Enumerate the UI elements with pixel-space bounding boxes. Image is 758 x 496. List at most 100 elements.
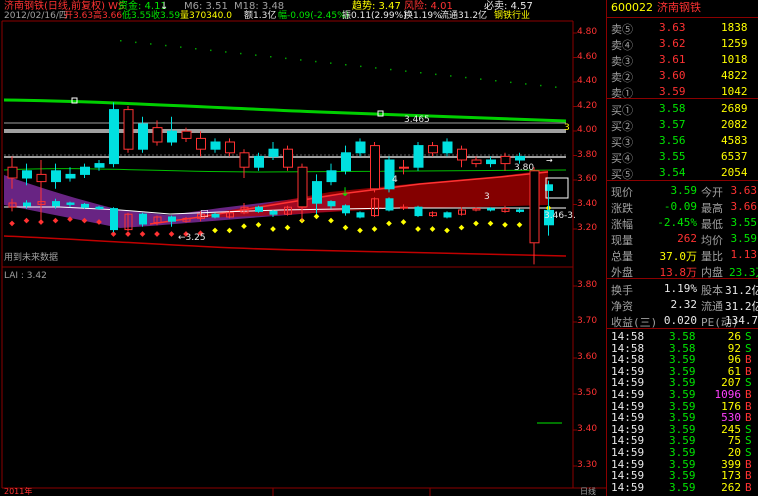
bid-row[interactable]: 买④ 3.55 6537 [607, 148, 758, 165]
fund-row: 收益(三) 0.020 PE(动) 134.7 [607, 312, 758, 329]
fund-value: 134.7 [725, 314, 758, 327]
ask-volume: 1259 [721, 37, 748, 50]
axis-tick-label: 3.60 [577, 174, 598, 184]
candle-body [283, 148, 293, 168]
candle-body [342, 205, 350, 214]
stat-value: 3.59 [670, 184, 698, 197]
annotation-3b: 3 [484, 192, 490, 202]
candle-body [327, 201, 336, 207]
ask-price: 3.61 [659, 53, 686, 66]
period-tab[interactable]: 日线 [580, 488, 596, 496]
info-volume: 量370340.0 [180, 11, 232, 21]
candle-body [341, 152, 351, 172]
resistance-dot [135, 41, 137, 44]
resistance-dot [375, 67, 377, 69]
info-change: 幅-0.09(-2.45%) [278, 11, 350, 21]
resistance-dot [120, 40, 122, 42]
candle-body [312, 181, 322, 204]
info-close: 收3.59 [151, 11, 181, 21]
ask-row[interactable]: 卖③ 3.61 1018 [607, 51, 758, 68]
bid-volume: 6537 [721, 150, 748, 163]
ask-row[interactable]: 卖① 3.59 1042 [607, 83, 758, 100]
annotation-4: 4 [392, 175, 398, 185]
resistance-dot [240, 52, 242, 55]
resistance-dot [360, 65, 362, 68]
resistance-dot [405, 70, 407, 72]
ask-price: 3.59 [659, 85, 686, 98]
tick-volume: 262 [721, 480, 741, 494]
candle-body [210, 141, 221, 150]
stat-value: -2.45% [657, 216, 697, 229]
candle-body [487, 208, 495, 211]
bid-row[interactable]: 买⑤ 3.54 2054 [607, 164, 758, 181]
candle-body [515, 155, 525, 161]
stat-value: 3.66 [730, 200, 758, 213]
candle-body [196, 137, 206, 150]
candle-body [529, 170, 540, 244]
tick-row: 14:59 3.59 207 S [607, 376, 758, 389]
candle-body [471, 159, 482, 165]
ask-row[interactable]: 卖⑤ 3.63 1838 [607, 19, 758, 36]
resistance-dot [555, 86, 557, 88]
kline-chart[interactable]: → ↓ □ [0, 0, 606, 496]
candle-body [385, 198, 394, 211]
fund-value: 1.19% [663, 282, 697, 295]
candle-body [66, 202, 75, 205]
candle-body [399, 166, 409, 169]
resistance-dot [195, 48, 197, 50]
candle-body [442, 141, 453, 154]
info-low: 低3.55 [122, 11, 152, 21]
bid-row[interactable]: 买② 3.57 2082 [607, 116, 758, 133]
axis-tick-label: 4.40 [577, 76, 598, 86]
candle-body [51, 170, 61, 183]
info-float: 流通31.2亿 [440, 11, 488, 21]
bid-price: 3.56 [659, 134, 686, 147]
resistance-dot [285, 57, 287, 60]
candle-body [211, 213, 220, 218]
resistance-dot [255, 54, 257, 56]
ask-volume: 1018 [721, 53, 748, 66]
annotation-346: 3.46-3. [544, 211, 576, 221]
candle-body [457, 148, 467, 161]
info-turnover: 换1.19% [404, 11, 442, 21]
bid-row[interactable]: 买① 3.58 2689 [607, 100, 758, 117]
stat-value: 262 [677, 232, 697, 245]
bid-volume: 2689 [721, 102, 748, 115]
ask-volume: 1838 [721, 21, 748, 34]
info-industry: 钢铁行业 [494, 11, 531, 21]
resistance-dot [435, 73, 437, 76]
candle-body [356, 212, 365, 218]
candle-body [109, 109, 119, 165]
axis-tick-label: 3.80 [577, 280, 598, 290]
candle-body [297, 166, 308, 208]
candle-body [545, 184, 553, 191]
fund-row: 换手 1.19% 股本 31.2亿 [607, 280, 758, 297]
ask-row[interactable]: 卖④ 3.62 1259 [607, 35, 758, 52]
tick-time: 14:59 [611, 480, 645, 494]
annotation-3465: 3.465 [404, 115, 430, 125]
candle-body [355, 141, 366, 154]
ask-volume: 1042 [721, 85, 748, 98]
info-date: 2012/02/16/四 [4, 11, 68, 21]
quote-header: 600022 济南钢铁 [607, 0, 758, 16]
info-amplitude: 振0.11(2.99%) [342, 11, 407, 21]
svg-text:↓: ↓ [340, 185, 350, 199]
resistance-dot [465, 76, 467, 79]
candle-body [326, 170, 337, 183]
tick-row: 14:59 3.59 176 B [607, 400, 758, 413]
tick-row: 14:59 3.59 61 B [607, 365, 758, 378]
tick-row: 14:58 3.59 96 B [607, 353, 758, 366]
tick-price: 3.59 [669, 480, 696, 494]
tick-row: 14:59 3.59 262 B [607, 480, 758, 494]
fund-value: 2.32 [670, 298, 698, 311]
tick-row: 14:59 3.59 20 S [607, 446, 758, 459]
candle-body [269, 210, 278, 215]
ask-row[interactable]: 卖② 3.60 4822 [607, 67, 758, 84]
bid-row[interactable]: 买③ 3.56 4583 [607, 132, 758, 149]
bid-volume: 2054 [721, 166, 748, 179]
stat-row: 现价 3.59 今开 3.63 [607, 182, 758, 199]
stat-row: 涨幅 -2.45% 最低 3.55 [607, 214, 758, 231]
resistance-dot [150, 43, 152, 45]
stat-row: 总量 37.0万 量比 1.13 [607, 246, 758, 263]
info-amount: 额1.3亿 [244, 11, 277, 21]
